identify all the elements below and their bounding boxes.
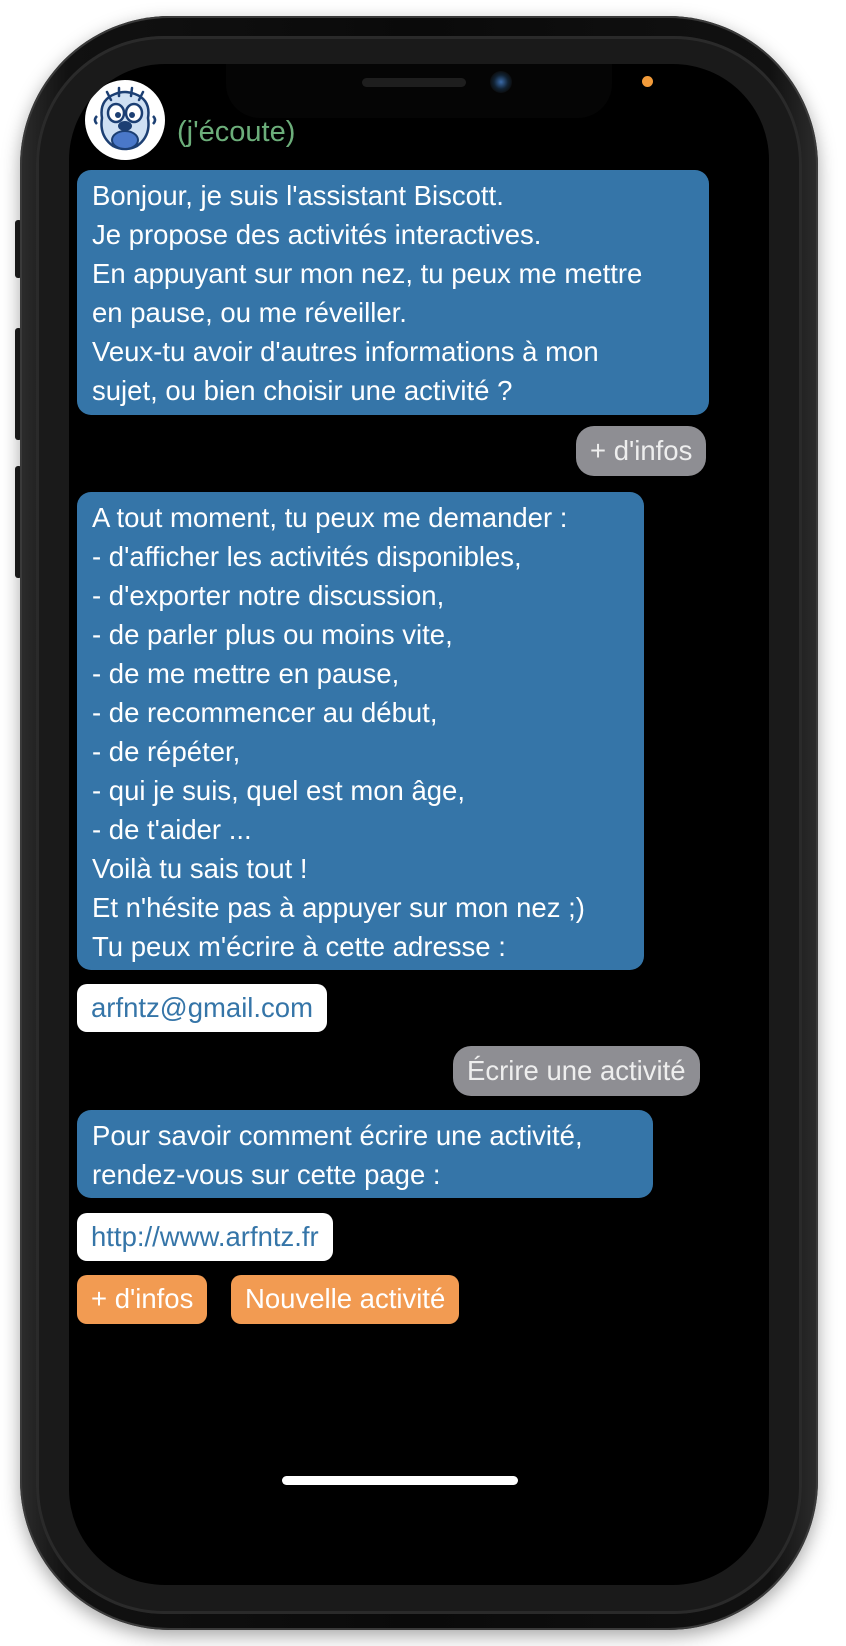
message-line: sujet, ou bien choisir une activité ? bbox=[92, 375, 513, 406]
message-line: En appuyant sur mon nez, tu peux me mett… bbox=[92, 258, 643, 289]
message-line: Pour savoir comment écrire une activité, bbox=[92, 1120, 583, 1151]
bot-message-intro: Bonjour, je suis l'assistant Biscott. Je… bbox=[77, 170, 709, 415]
message-line: Tu peux m'écrire à cette adresse : bbox=[92, 931, 506, 962]
message-line: rendez-vous sur cette page : bbox=[92, 1159, 441, 1190]
biscott-face-icon bbox=[87, 82, 163, 158]
message-line: - d'afficher les activités disponibles, bbox=[92, 541, 522, 572]
notch bbox=[226, 64, 612, 118]
message-line: - de me mettre en pause, bbox=[92, 658, 400, 689]
message-line: - qui je suis, quel est mon âge, bbox=[92, 775, 465, 806]
email-link[interactable]: arfntz@gmail.com bbox=[77, 984, 328, 1032]
bot-message-write-info: Pour savoir comment écrire une activité,… bbox=[77, 1110, 653, 1198]
more-info-button[interactable]: + d'infos bbox=[77, 1275, 208, 1324]
message-line: A tout moment, tu peux me demander : bbox=[92, 502, 568, 533]
message-line: Je propose des activités interactives. bbox=[92, 219, 542, 250]
message-line: Voilà tu sais tout ! bbox=[92, 853, 308, 884]
user-message-more-info: + d'infos bbox=[576, 426, 707, 476]
new-activity-button[interactable]: Nouvelle activité bbox=[231, 1275, 460, 1324]
message-line: - de parler plus ou moins vite, bbox=[92, 619, 453, 650]
message-line: Bonjour, je suis l'assistant Biscott. bbox=[92, 180, 504, 211]
chat-screen: (j'écoute) Bonjour, je suis l'assistant … bbox=[69, 64, 769, 1585]
message-line: - de t'aider ... bbox=[92, 814, 252, 845]
message-line: en pause, ou me réveiller. bbox=[92, 297, 407, 328]
bot-message-help: A tout moment, tu peux me demander : - d… bbox=[77, 492, 644, 970]
listening-status: (j'écoute) bbox=[177, 116, 296, 148]
assistant-avatar[interactable] bbox=[85, 80, 165, 160]
message-line: - de répéter, bbox=[92, 736, 241, 767]
message-line: Veux-tu avoir d'autres informations à mo… bbox=[92, 336, 599, 367]
front-camera-icon bbox=[490, 71, 512, 93]
home-indicator[interactable] bbox=[282, 1476, 518, 1485]
message-line: - d'exporter notre discussion, bbox=[92, 580, 445, 611]
recording-indicator-dot bbox=[642, 76, 653, 87]
message-line: Et n'hésite pas à appuyer sur mon nez ;) bbox=[92, 892, 585, 923]
device-mockup: (j'écoute) Bonjour, je suis l'assistant … bbox=[0, 0, 846, 1646]
website-link[interactable]: http://www.arfntz.fr bbox=[77, 1213, 333, 1261]
message-line: - de recommencer au début, bbox=[92, 697, 438, 728]
user-message-write-activity: Écrire une activité bbox=[453, 1046, 700, 1096]
